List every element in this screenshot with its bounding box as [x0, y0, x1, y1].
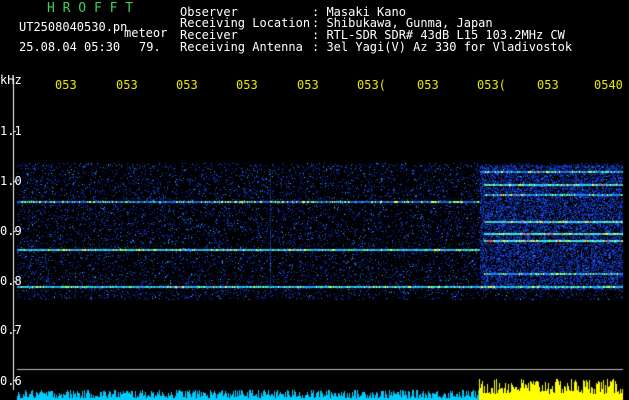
count-label: 79. — [139, 40, 161, 54]
app-title: H R O F F T — [47, 1, 134, 16]
filename-label: UT2508040530.pn — [19, 20, 128, 34]
antenna-value: : 3el Yagi(V) Az 330 for Vladivostok — [312, 40, 573, 54]
time-tick: 053 — [537, 78, 559, 92]
antenna-label: Receiving Antenna — [180, 40, 303, 54]
freq-label-0-6: 0.6 — [0, 374, 22, 388]
freq-label-1-1: 1.1 — [0, 124, 22, 138]
datetime-label: 25.08.04 05:30 — [19, 40, 121, 54]
time-tick: 053 — [176, 78, 198, 92]
freq-label-0-9: 0.9 — [0, 224, 22, 238]
freq-label-0-7: 0.7 — [0, 323, 22, 337]
time-tick: 053 — [297, 78, 319, 92]
freq-label-0-8: 0.8 — [0, 274, 22, 288]
freq-unit-label: kHz — [0, 73, 22, 87]
time-tick: 053 — [116, 78, 138, 92]
freq-label-1-0: 1.0 — [0, 174, 22, 188]
time-tick: 053 — [417, 78, 439, 92]
time-tick: 053( — [477, 78, 506, 92]
time-tick: 053 — [55, 78, 77, 92]
time-tick: 053( — [357, 78, 386, 92]
time-tick: 053 — [236, 78, 258, 92]
time-tick: 0540 — [594, 78, 623, 92]
tag-label: meteor — [124, 26, 168, 40]
spectrogram-canvas — [0, 0, 629, 400]
